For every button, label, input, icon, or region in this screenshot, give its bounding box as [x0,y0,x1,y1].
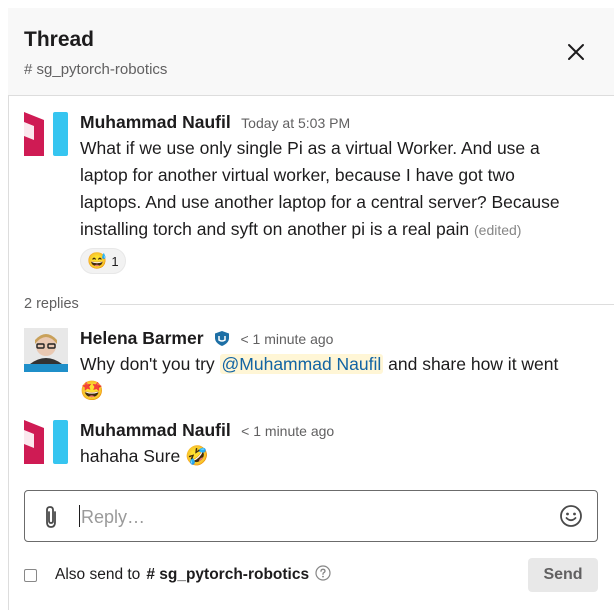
paperclip-icon[interactable] [41,505,61,534]
author-name[interactable]: Muhammad Naufil [80,112,231,132]
channel-link[interactable]: # sg_pytorch-robotics [24,61,167,78]
message-content: Why don't you try [80,354,220,374]
avatar[interactable] [24,420,68,464]
avatar[interactable] [24,328,68,372]
message-text: Why don't you try @Muhammad Naufil and s… [80,351,570,405]
reaction-count: 1 [111,253,119,269]
message-body: Muhammad Naufil < 1 minute ago hahaha Su… [80,420,570,470]
message-content: hahaha Sure [80,446,181,466]
message-content-continued: and share how it went [383,354,559,374]
author-name[interactable]: Helena Barmer [80,328,204,348]
replies-count: 2 replies [24,296,91,312]
also-send-checkbox[interactable] [24,568,37,582]
message-text: hahaha Sure 🤣 [80,443,570,470]
close-button[interactable] [566,42,586,62]
also-send-channel: # sg_pytorch-robotics [146,566,310,583]
avatar[interactable] [24,112,68,156]
replies-divider: 2 replies [24,296,614,312]
help-icon[interactable] [315,564,331,586]
workspace-logo-icon [24,112,68,156]
message-emoji: 🤣 [185,446,209,467]
close-icon [568,44,584,60]
send-button[interactable]: Send [528,558,598,592]
message-timestamp[interactable]: < 1 minute ago [240,331,333,347]
thread-title: Thread [24,28,95,51]
author-name[interactable]: Muhammad Naufil [80,420,231,440]
message-body: Muhammad Naufil Today at 5:03 PM What if… [80,112,570,244]
reaction-emoji: 😅 [87,253,108,270]
thread-header: Thread # sg_pytorch-robotics [8,8,614,96]
also-send-label: Also send to [55,566,141,583]
reply-input[interactable] [79,501,543,533]
reaction-pill[interactable]: 😅 1 [80,248,126,274]
message-timestamp[interactable]: Today at 5:03 PM [241,115,350,131]
edited-label: (edited) [474,222,522,238]
user-mention[interactable]: @Muhammad Naufil [219,354,384,374]
divider-line [100,304,614,305]
shield-icon [214,330,230,352]
reply-message: Muhammad Naufil < 1 minute ago hahaha Su… [24,420,614,470]
message-text: What if we use only single Pi as a virtu… [80,135,570,244]
message-body: Helena Barmer < 1 minute ago Why don't y… [80,328,570,405]
message-emoji: 🤩 [80,381,104,402]
emoji-picker-icon[interactable] [559,504,583,533]
also-send-row: Also send to # sg_pytorch-robotics [24,564,331,586]
workspace-logo-icon [24,420,68,464]
message-timestamp[interactable]: < 1 minute ago [241,423,334,439]
parent-message: Muhammad Naufil Today at 5:03 PM What if… [24,112,614,282]
user-photo-icon [24,328,68,372]
reply-message: Helena Barmer < 1 minute ago Why don't y… [24,328,614,408]
reply-composer [24,490,598,542]
